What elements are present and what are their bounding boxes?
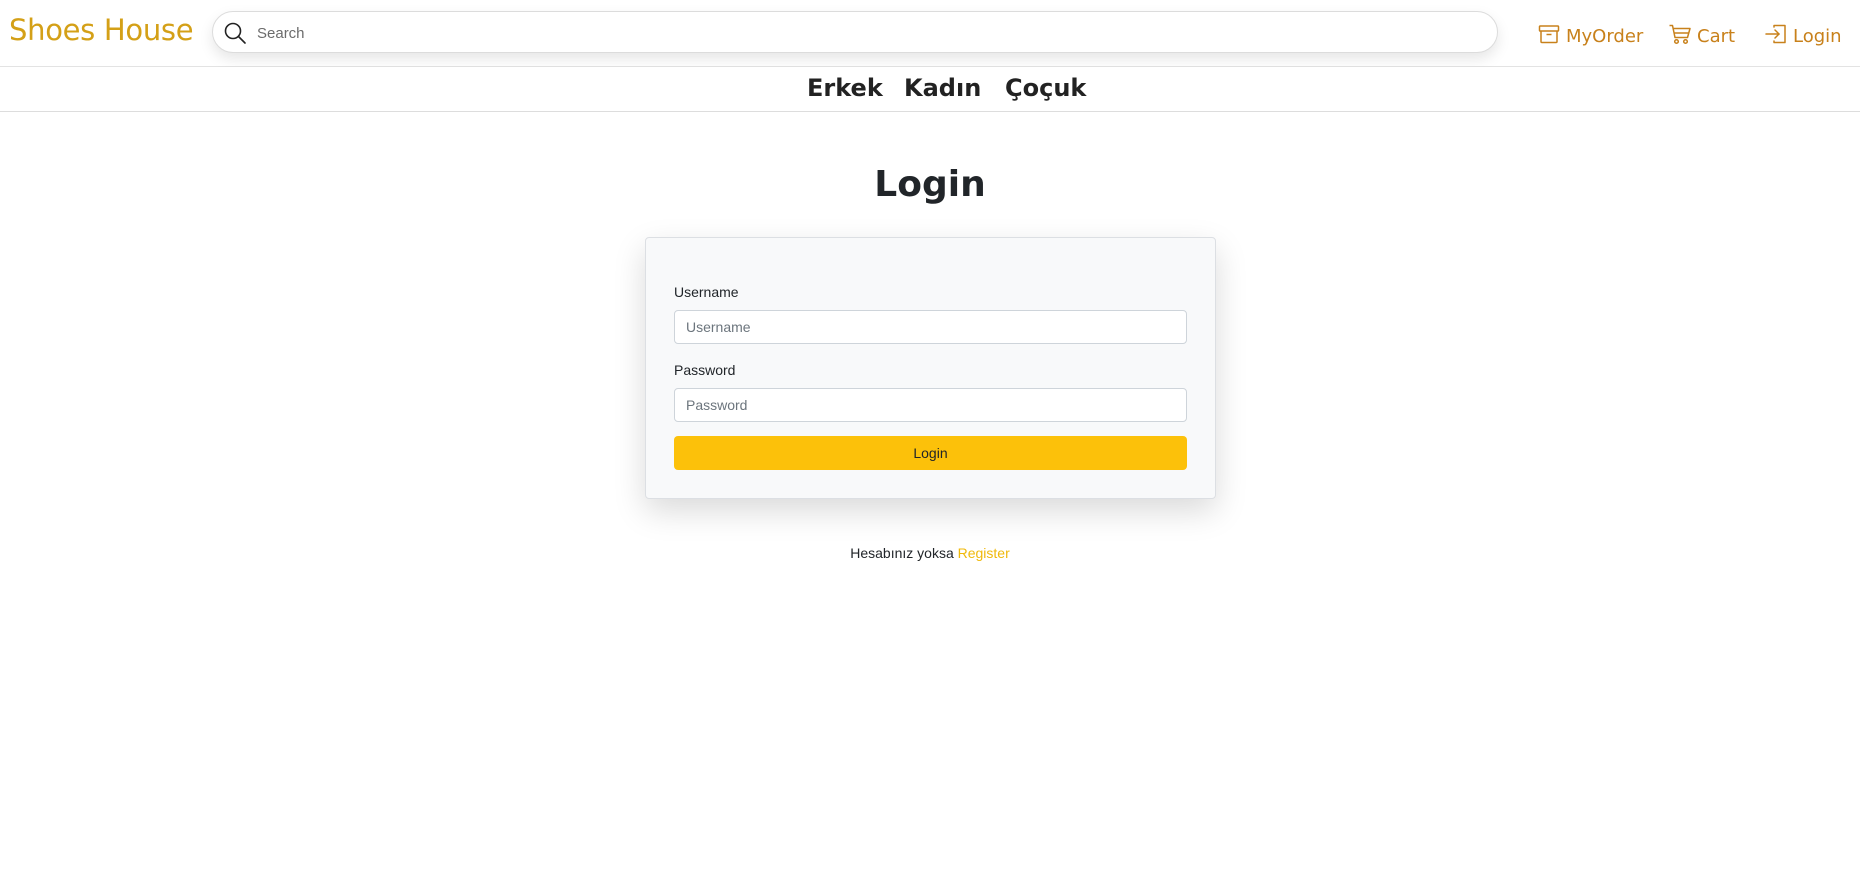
register-prompt-text: Hesabınız yoksa (850, 545, 954, 561)
password-field[interactable] (674, 388, 1187, 422)
category-erkek[interactable]: Erkek (807, 74, 883, 102)
register-link[interactable]: Register (958, 545, 1010, 561)
login-form-card: Username Password Login (645, 237, 1216, 499)
page-title: Login (874, 164, 986, 205)
login-link[interactable]: Login (1764, 22, 1842, 50)
brand-logo[interactable]: Shoes House (9, 13, 194, 47)
category-kadin[interactable]: Kadın (904, 74, 981, 102)
search-icon[interactable] (223, 21, 247, 45)
login-arrow-icon (1764, 22, 1793, 51)
register-prompt: Hesabınız yoksa Register (0, 545, 1860, 561)
my-order-label: MyOrder (1566, 25, 1644, 47)
search-input[interactable] (257, 20, 1477, 46)
category-cocuk[interactable]: Çoçuk (1005, 74, 1086, 102)
username-label: Username (674, 284, 739, 300)
category-bar: Erkek Kadın Çoçuk (0, 67, 1860, 112)
username-field[interactable] (674, 310, 1187, 344)
search-bar[interactable] (212, 11, 1498, 53)
archive-box-icon (1537, 22, 1566, 51)
login-button[interactable]: Login (674, 436, 1187, 470)
login-label: Login (1793, 25, 1842, 47)
top-navbar: Shoes House MyOrder (0, 0, 1860, 67)
cart-icon (1668, 22, 1697, 51)
password-label: Password (674, 362, 736, 378)
cart-label: Cart (1697, 25, 1736, 47)
my-order-link[interactable]: MyOrder (1537, 22, 1643, 50)
cart-link[interactable]: Cart (1668, 22, 1735, 50)
